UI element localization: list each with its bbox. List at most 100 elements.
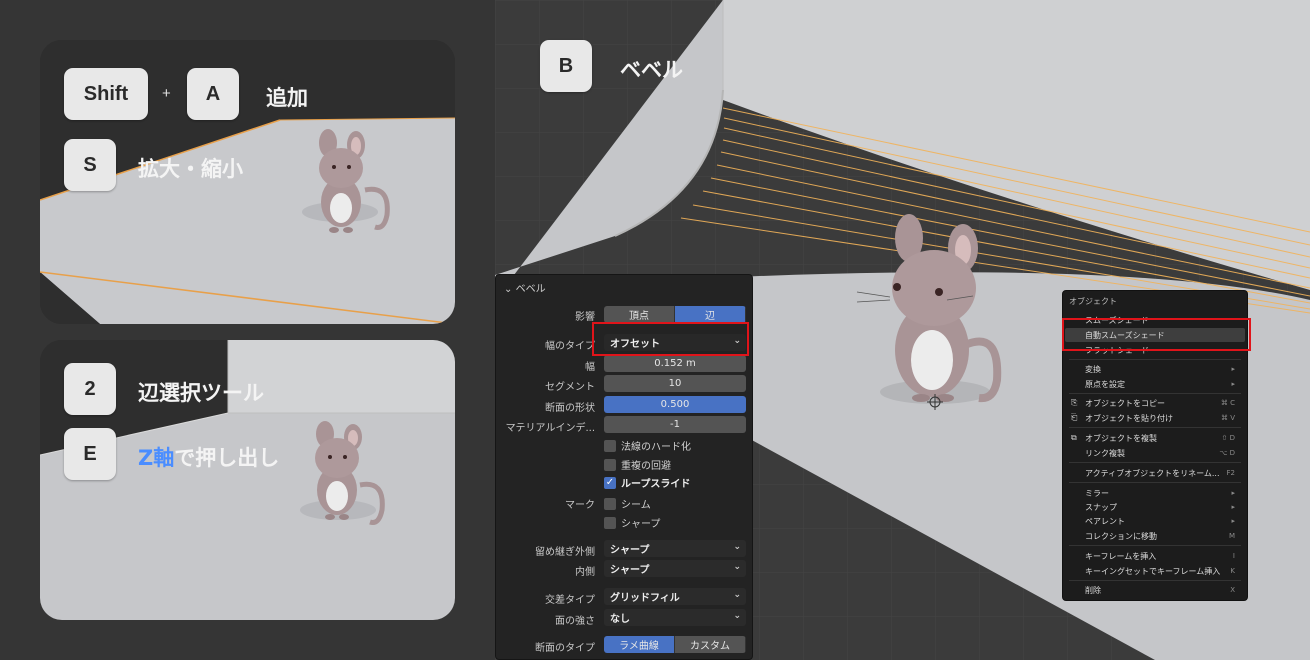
miter-outer-value: シャープ bbox=[610, 545, 650, 556]
shortcut-label: ⌘ V bbox=[1220, 414, 1235, 422]
tutorial-composite: Shift + A 追加 S 拡大・縮小 2 辺選択ツール E Z軸で押し出し … bbox=[0, 0, 1310, 660]
submenu-arrow-icon: ▸ bbox=[1231, 517, 1235, 525]
bevel-panel-header[interactable]: ⌄ ベベル bbox=[504, 280, 546, 295]
highlight-auto-smooth bbox=[1062, 318, 1251, 351]
affect-option-vertices[interactable]: 頂点 bbox=[604, 306, 675, 323]
profile-shape-slider[interactable]: 0.500 bbox=[604, 396, 746, 413]
width-label: 幅 bbox=[585, 362, 595, 373]
loop-slide-label: ループスライド bbox=[621, 479, 691, 490]
menu-divider bbox=[1069, 359, 1241, 360]
checkbox-box[interactable] bbox=[604, 439, 616, 452]
submenu-arrow-icon: ▸ bbox=[1231, 503, 1235, 511]
menu-divider bbox=[1069, 580, 1241, 581]
harden-normals-checkbox[interactable]: 法線のハード化 bbox=[604, 438, 691, 453]
menu-item-snap[interactable]: スナップ ▸ bbox=[1065, 500, 1245, 514]
label-z-axis: Z軸 bbox=[138, 446, 175, 470]
panel-edge-extrude: 2 辺選択ツール E Z軸で押し出し bbox=[40, 340, 455, 620]
menu-item-paste-objects[interactable]: ⎗ オブジェクトを貼り付け ⌘ V bbox=[1065, 411, 1245, 425]
mark-seam-checkbox[interactable]: シーム bbox=[604, 496, 651, 511]
miter-outer-dropdown[interactable]: シャープ ⌄ bbox=[604, 540, 746, 557]
shortcut-label: F2 bbox=[1226, 469, 1235, 477]
menu-item-label: アクティブオブジェクトをリネーム... bbox=[1085, 468, 1220, 478]
checkbox-box[interactable] bbox=[604, 497, 616, 510]
menu-item-label: 変換 bbox=[1085, 364, 1101, 374]
affect-toggle[interactable]: 頂点 辺 bbox=[604, 306, 746, 323]
key-s: S bbox=[64, 139, 116, 191]
check-icon[interactable]: ✓ bbox=[604, 476, 616, 489]
face-strength-value: なし bbox=[610, 614, 630, 625]
menu-item-keying-set-keyframe[interactable]: キーイングセットでキーフレーム挿入 K bbox=[1065, 564, 1245, 578]
face-strength-dropdown[interactable]: なし ⌄ bbox=[604, 609, 746, 626]
intersection-type-value: グリッドフィル bbox=[610, 593, 680, 604]
menu-item-label: ペアレント bbox=[1085, 516, 1125, 526]
duplicate-icon: ⧉ bbox=[1071, 433, 1077, 442]
menu-item-label: コレクションに移動 bbox=[1085, 531, 1157, 541]
menu-item-duplicate-linked[interactable]: リンク複製 ⌥ D bbox=[1065, 446, 1245, 460]
mark-sharp-label: シャープ bbox=[621, 519, 661, 530]
menu-item-move-to-collection[interactable]: コレクションに移動 M bbox=[1065, 529, 1245, 543]
menu-item-label: リンク複製 bbox=[1085, 448, 1125, 458]
menu-divider bbox=[1069, 462, 1241, 463]
menu-item-convert[interactable]: 変換 ▸ bbox=[1065, 362, 1245, 376]
miter-inner-value: シャープ bbox=[610, 565, 650, 576]
menu-item-set-origin[interactable]: 原点を設定 ▸ bbox=[1065, 377, 1245, 391]
miter-outer-label: 留め継ぎ外側 bbox=[535, 547, 595, 558]
profile-type-toggle[interactable]: ラメ曲線 カスタム bbox=[604, 636, 746, 653]
profile-shape-label: 断面の形状 bbox=[545, 403, 595, 414]
bevel-panel-title: ベベル bbox=[515, 284, 546, 295]
menu-divider bbox=[1069, 545, 1241, 546]
menu-divider bbox=[1069, 427, 1241, 428]
material-index-label: マテリアルインデ... bbox=[505, 423, 595, 434]
width-field[interactable]: 0.152 m bbox=[604, 355, 746, 372]
menu-divider bbox=[1069, 393, 1241, 394]
menu-item-label: 削除 bbox=[1085, 585, 1101, 595]
checkbox-box[interactable] bbox=[604, 516, 616, 529]
menu-item-label: キーフレームを挿入 bbox=[1085, 551, 1157, 561]
width-type-label: 幅のタイプ bbox=[545, 341, 595, 352]
menu-item-label: オブジェクトをコピー bbox=[1085, 398, 1165, 408]
key-2: 2 bbox=[64, 363, 116, 415]
highlight-width-type bbox=[592, 322, 749, 356]
menu-item-label: ミラー bbox=[1085, 488, 1109, 498]
mark-sharp-checkbox[interactable]: シャープ bbox=[604, 515, 660, 530]
intersection-type-label: 交差タイプ bbox=[545, 595, 595, 606]
menu-item-duplicate-objects[interactable]: ⧉ オブジェクトを複製 ⇧ D bbox=[1065, 431, 1245, 445]
material-index-field[interactable]: -1 bbox=[604, 416, 746, 433]
menu-item-copy-objects[interactable]: ⎘ オブジェクトをコピー ⌘ C bbox=[1065, 396, 1245, 410]
shortcut-label: I bbox=[1232, 552, 1235, 560]
paste-icon: ⎗ bbox=[1071, 413, 1078, 422]
profile-type-custom[interactable]: カスタム bbox=[675, 636, 746, 653]
menu-item-label: オブジェクトを複製 bbox=[1085, 433, 1157, 443]
segments-label: セグメント bbox=[545, 382, 595, 393]
menu-item-insert-keyframe[interactable]: キーフレームを挿入 I bbox=[1065, 549, 1245, 563]
chevron-down-icon: ⌄ bbox=[504, 284, 513, 295]
menu-item-label: スナップ bbox=[1085, 502, 1117, 512]
shortcut-label: ⌥ D bbox=[1219, 449, 1235, 457]
menu-item-label: オブジェクトを貼り付け bbox=[1085, 413, 1173, 423]
submenu-arrow-icon: ▸ bbox=[1231, 365, 1235, 373]
loop-slide-checkbox[interactable]: ✓ ループスライド bbox=[604, 475, 690, 490]
label-extrude: Z軸で押し出し bbox=[138, 442, 279, 472]
clamp-overlap-checkbox[interactable]: 重複の回避 bbox=[604, 457, 671, 472]
menu-item-delete[interactable]: 削除 X bbox=[1065, 583, 1245, 597]
chevron-down-icon: ⌄ bbox=[733, 562, 741, 572]
profile-type-superellipse[interactable]: ラメ曲線 bbox=[604, 636, 675, 653]
plus-sign: + bbox=[162, 85, 171, 102]
miter-inner-dropdown[interactable]: シャープ ⌄ bbox=[604, 560, 746, 577]
menu-divider bbox=[1069, 482, 1241, 483]
harden-normals-label: 法線のハード化 bbox=[621, 442, 691, 453]
mark-label: マーク bbox=[565, 500, 595, 511]
intersection-type-dropdown[interactable]: グリッドフィル ⌄ bbox=[604, 588, 746, 605]
checkbox-box[interactable] bbox=[604, 458, 616, 471]
panel-add-scale: Shift + A 追加 S 拡大・縮小 bbox=[40, 40, 455, 324]
affect-option-edges[interactable]: 辺 bbox=[675, 306, 746, 323]
menu-item-rename-active[interactable]: アクティブオブジェクトをリネーム... F2 bbox=[1065, 466, 1245, 480]
menu-item-parent[interactable]: ペアレント ▸ bbox=[1065, 514, 1245, 528]
chevron-down-icon: ⌄ bbox=[733, 611, 741, 621]
menu-item-label: 原点を設定 bbox=[1085, 379, 1125, 389]
shortcut-label: X bbox=[1230, 586, 1235, 594]
menu-item-mirror[interactable]: ミラー ▸ bbox=[1065, 486, 1245, 500]
shortcut-label: ⌘ C bbox=[1220, 399, 1235, 407]
segments-field[interactable]: 10 bbox=[604, 375, 746, 392]
label-scale: 拡大・縮小 bbox=[138, 157, 243, 181]
